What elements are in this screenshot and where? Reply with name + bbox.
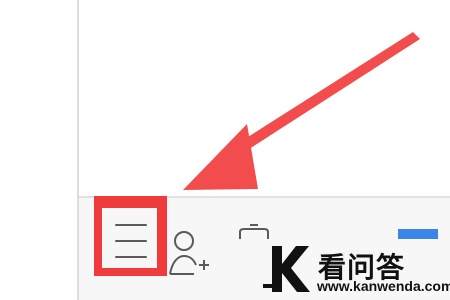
hamburger-menu-icon [115,224,147,226]
tool-icon [239,224,269,239]
hamburger-menu-icon-line [115,256,147,258]
kanwenda-logo [263,246,310,292]
menu-button-highlight[interactable] [94,196,167,276]
watermark: 看问答 www.kanwenda.com [260,240,450,298]
content-area [79,0,450,196]
accent-tab-indicator[interactable] [398,229,438,239]
menu-button[interactable] [102,208,157,268]
screenshot-stage: 看问答 www.kanwenda.com [0,0,450,300]
hamburger-menu-icon-line [115,240,147,242]
tool-button[interactable] [232,222,277,242]
add-contact-button[interactable] [166,222,216,278]
watermark-url: www.kanwenda.com [317,278,450,294]
add-contact-icon [169,231,209,275]
